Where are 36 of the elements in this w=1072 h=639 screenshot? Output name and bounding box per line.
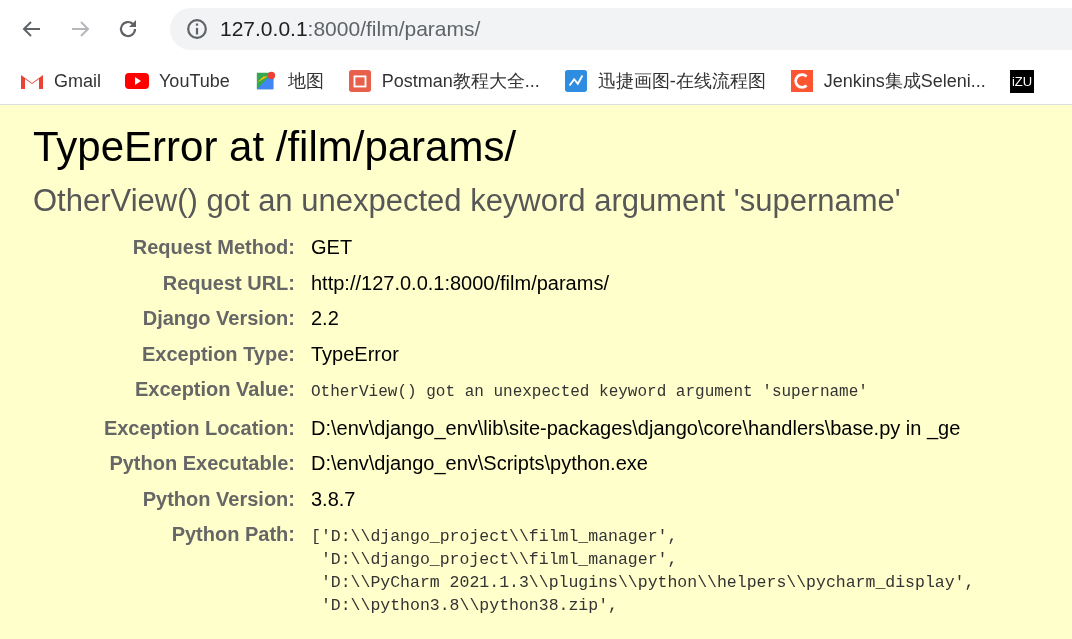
bookmark[interactable]: YouTube (125, 70, 230, 92)
bookmark[interactable]: iZU (1009, 69, 1035, 93)
field-value: http://127.0.0.1:8000/film/params/ (311, 270, 610, 296)
info-icon[interactable] (186, 18, 208, 40)
error-message: OtherView() got an unexpected keyword argument 'supername' (33, 183, 902, 219)
field-label: Python Version: (141, 486, 295, 512)
bookmark[interactable]: 地图 (253, 69, 324, 93)
field-label: Request Method: (131, 235, 295, 260)
bookmark[interactable]: 迅捷画图-在线流程图 (563, 69, 766, 93)
address-bar[interactable]: 127.0.0.1:8000/film/params/ (170, 8, 1072, 50)
field-label: Exception Type: (141, 341, 295, 367)
bookmark[interactable]: Jenkins集成Seleni... (789, 69, 986, 93)
field-label: Python Executable: (108, 451, 295, 476)
field-label: Django Version: (141, 306, 295, 331)
path-line: ['D:\\django_project\\filml_manager', (311, 526, 679, 548)
bookmark[interactable]: Gmail (20, 70, 101, 92)
field-value: 2.2 (311, 306, 340, 331)
field-label: Python Path: (170, 522, 295, 547)
path-line: 'D:\\django_project\\filml_manager', (319, 549, 679, 571)
field-label: Request URL: (161, 270, 295, 296)
field-label: Exception Location: (102, 415, 295, 441)
field-value: TypeError (311, 341, 400, 367)
app-icon (789, 70, 814, 92)
field-value: GET (311, 235, 354, 260)
field-value: 3.8.7 (311, 486, 357, 512)
field-value: D:\env\django_env\Scripts\python.exe (311, 451, 649, 477)
field-value: D:\env\django_env\lib\site-packages\django\core\handlers\base.py in _ge (311, 415, 962, 442)
bookmark[interactable]: Postman教程大全... (347, 69, 540, 93)
error-title: TypeError at /film/params/ (33, 123, 518, 171)
path-line: 'D:\\python3.8\\python38.zip', (319, 595, 619, 617)
field-value: OtherView() got an unexpected keyword argument 'supername' (311, 382, 869, 403)
app-icon (347, 70, 372, 92)
path-line: 'D:\\PyCharm 2021.1.3\\plugins\\python\\helpers\\pycharm_display', (319, 572, 976, 594)
field-label: Exception Value: (133, 377, 295, 402)
chart-icon (563, 70, 588, 92)
play-icon (125, 70, 149, 92)
